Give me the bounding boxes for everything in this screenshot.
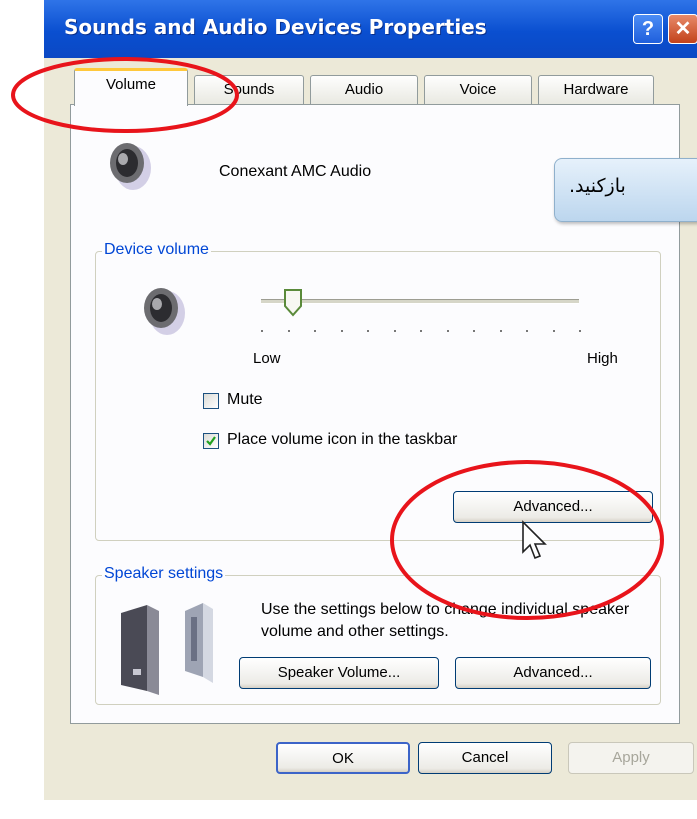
volume-tick <box>579 330 581 332</box>
taskbar-icon-checkbox[interactable] <box>203 433 219 449</box>
tab-hardware[interactable]: Hardware <box>538 75 654 105</box>
device-volume-label: Device volume <box>102 241 211 259</box>
tab-sounds[interactable]: Sounds <box>194 75 304 105</box>
speaker-icon <box>110 143 151 190</box>
volume-tick <box>367 330 369 332</box>
volume-low-label: Low <box>253 350 281 367</box>
speaker-volume-button[interactable]: Speaker Volume... <box>239 657 439 689</box>
mute-checkbox[interactable] <box>203 393 219 409</box>
volume-tick <box>314 330 316 332</box>
taskbar-icon-label: Place volume icon in the taskbar <box>227 431 458 448</box>
window-title: Sounds and Audio Devices Properties <box>64 15 487 39</box>
cancel-button[interactable]: Cancel <box>418 742 552 774</box>
sounds-audio-properties-window: Sounds and Audio Devices Properties ? ✕ … <box>44 0 697 800</box>
volume-tick <box>473 330 475 332</box>
apply-button[interactable]: Apply <box>568 742 694 774</box>
mouse-pointer-icon <box>522 520 547 560</box>
volume-tick <box>261 330 263 332</box>
volume-tick <box>340 330 343 332</box>
volume-high-label: High <box>587 350 618 367</box>
tab-audio[interactable]: Audio <box>310 75 418 105</box>
speaker-settings-description: Use the settings below to change individ… <box>261 601 630 640</box>
volume-slider-thumb[interactable] <box>283 288 303 318</box>
title-bar[interactable]: Sounds and Audio Devices Properties ? ✕ <box>44 0 697 58</box>
checkmark-icon <box>206 436 216 446</box>
device-advanced-button[interactable]: Advanced... <box>453 491 653 523</box>
instruction-tooltip: بازکنید. <box>554 158 697 222</box>
volume-tick <box>446 330 449 332</box>
speakers-icon <box>121 603 213 695</box>
volume-slider-track[interactable] <box>261 299 579 304</box>
help-button[interactable]: ? <box>633 14 663 44</box>
volume-tick <box>420 330 422 332</box>
volume-tick <box>287 330 290 332</box>
speaker-volume-icon <box>144 288 185 335</box>
speaker-advanced-button[interactable]: Advanced... <box>455 657 651 689</box>
tab-volume[interactable]: Volume <box>74 68 188 106</box>
device-name: Conexant AMC Audio <box>219 163 372 180</box>
mute-label: Mute <box>227 391 263 408</box>
close-button[interactable]: ✕ <box>668 14 697 44</box>
volume-tick <box>552 330 555 332</box>
volume-tick <box>526 330 528 332</box>
volume-tick <box>499 330 502 332</box>
speaker-settings-label: Speaker settings <box>102 565 226 583</box>
ok-button[interactable]: OK <box>276 742 410 774</box>
tooltip-text: بازکنید. <box>569 175 626 197</box>
volume-tick <box>393 330 396 332</box>
tab-voice[interactable]: Voice <box>424 75 532 105</box>
